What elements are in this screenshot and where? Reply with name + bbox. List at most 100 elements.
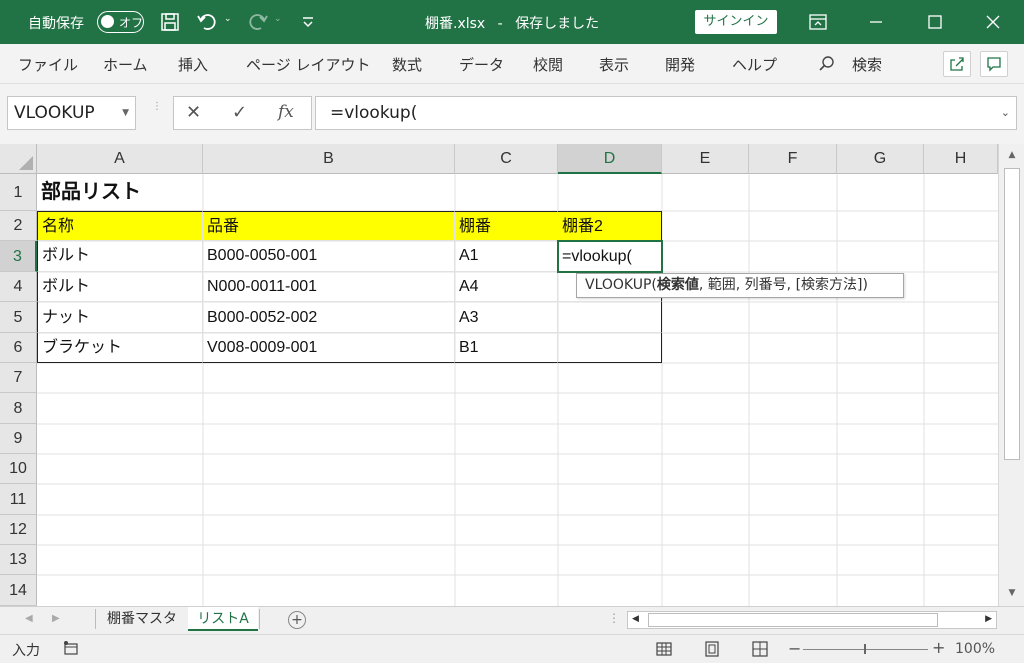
add-sheet-icon[interactable]: + bbox=[288, 611, 306, 629]
prev-sheet-icon[interactable]: ◀ bbox=[25, 613, 33, 624]
cell-d3-active[interactable]: =vlookup( bbox=[557, 240, 663, 273]
formula-input[interactable]: =vlookup( ⌄ bbox=[315, 96, 1017, 130]
cell-d2[interactable]: 棚番2 bbox=[558, 211, 662, 241]
column-header[interactable]: H bbox=[924, 144, 998, 174]
sheet-tab-active[interactable]: リストA bbox=[188, 607, 258, 631]
tab-help[interactable]: ヘルプ bbox=[732, 54, 777, 75]
tab-file[interactable]: ファイル bbox=[18, 54, 78, 75]
scroll-up-icon[interactable]: ▲ bbox=[1005, 150, 1019, 164]
share-button[interactable] bbox=[943, 51, 971, 77]
redo-dropdown-icon[interactable]: ⌄ bbox=[274, 14, 282, 24]
cell-d6[interactable] bbox=[558, 333, 662, 363]
tooltip-current-arg[interactable]: 検索値 bbox=[657, 277, 699, 293]
tab-data[interactable]: データ bbox=[459, 54, 504, 75]
search-icon[interactable] bbox=[818, 55, 836, 73]
customize-toolbar-icon[interactable] bbox=[296, 10, 320, 34]
cancel-icon[interactable]: ✕ bbox=[186, 102, 201, 123]
save-icon[interactable] bbox=[158, 10, 182, 34]
undo-icon[interactable] bbox=[195, 10, 219, 34]
enter-icon[interactable]: ✓ bbox=[232, 102, 247, 123]
redo-icon[interactable] bbox=[246, 10, 270, 34]
column-header[interactable]: B bbox=[203, 144, 455, 174]
row-header[interactable]: 9 bbox=[0, 424, 37, 454]
tab-splitter-icon[interactable]: ⋮ bbox=[608, 611, 620, 625]
tooltip-function[interactable]: VLOOKUP( bbox=[585, 277, 657, 293]
minimize-button[interactable] bbox=[856, 6, 896, 38]
cell-a6[interactable]: ブラケット bbox=[37, 333, 203, 363]
signin-button[interactable]: サインイン bbox=[695, 10, 777, 34]
row-header[interactable]: 1 bbox=[0, 174, 37, 211]
column-header[interactable]: C bbox=[455, 144, 558, 174]
function-tooltip[interactable]: VLOOKUP(検索値, 範囲, 列番号, [検索方法]) bbox=[576, 273, 904, 298]
zoom-in-icon[interactable]: + bbox=[932, 638, 945, 657]
tab-page-layout[interactable]: ページ レイアウト bbox=[246, 54, 370, 75]
tab-review[interactable]: 校閲 bbox=[533, 54, 563, 75]
zoom-out-icon[interactable]: − bbox=[788, 639, 801, 658]
macro-record-icon[interactable] bbox=[62, 640, 80, 658]
scroll-down-icon[interactable]: ▼ bbox=[1005, 588, 1019, 602]
scroll-left-icon[interactable]: ◀ bbox=[632, 614, 639, 624]
cell-a2[interactable]: 名称 bbox=[37, 211, 203, 241]
zoom-level[interactable]: 100% bbox=[955, 641, 995, 657]
row-header[interactable]: 5 bbox=[0, 302, 37, 333]
search-label[interactable]: 検索 bbox=[852, 54, 882, 75]
row-header[interactable]: 6 bbox=[0, 333, 37, 363]
name-box-dropdown-icon[interactable]: ▼ bbox=[122, 97, 129, 129]
tab-insert[interactable]: 挿入 bbox=[178, 54, 208, 75]
sheet-tab[interactable]: 棚番マスタ bbox=[97, 607, 187, 631]
splitter-handle-icon[interactable]: ⋮ bbox=[152, 102, 162, 112]
tab-home[interactable]: ホーム bbox=[103, 54, 148, 75]
zoom-slider-thumb[interactable] bbox=[864, 644, 866, 654]
row-header[interactable]: 2 bbox=[0, 211, 37, 241]
select-all-button[interactable] bbox=[0, 144, 37, 174]
row-header-active[interactable]: 3 bbox=[0, 241, 37, 272]
row-header[interactable]: 13 bbox=[0, 545, 37, 575]
tab-formulas[interactable]: 数式 bbox=[392, 54, 422, 75]
cell-b6[interactable]: V008-0009-001 bbox=[203, 333, 455, 363]
next-sheet-icon[interactable]: ▶ bbox=[52, 613, 60, 624]
cell-c3[interactable]: A1 bbox=[455, 241, 558, 272]
insert-function-icon[interactable]: fx bbox=[278, 102, 294, 122]
vertical-scroll-thumb[interactable] bbox=[1004, 168, 1020, 460]
comments-button[interactable] bbox=[980, 51, 1008, 77]
column-header[interactable]: A bbox=[37, 144, 203, 174]
vertical-scrollbar[interactable]: ▲ ▼ bbox=[998, 144, 1024, 606]
horizontal-scrollbar[interactable]: ◀ ▶ bbox=[627, 611, 997, 629]
row-header[interactable]: 11 bbox=[0, 484, 37, 515]
normal-view-icon[interactable] bbox=[655, 640, 673, 658]
cell-a1[interactable]: 部品リスト bbox=[37, 174, 203, 211]
cell-b5[interactable]: B000-0052-002 bbox=[203, 302, 455, 333]
cell-c4[interactable]: A4 bbox=[455, 272, 558, 302]
cell-b3[interactable]: B000-0050-001 bbox=[203, 241, 455, 272]
column-header-active[interactable]: D bbox=[558, 144, 662, 174]
maximize-button[interactable] bbox=[915, 6, 955, 38]
cell-d5[interactable] bbox=[558, 302, 662, 333]
column-header[interactable]: G bbox=[837, 144, 924, 174]
ribbon-display-options-button[interactable] bbox=[798, 6, 838, 38]
column-header[interactable]: F bbox=[749, 144, 837, 174]
row-header[interactable]: 8 bbox=[0, 393, 37, 424]
tab-developer[interactable]: 開発 bbox=[665, 54, 695, 75]
cell-c2[interactable]: 棚番 bbox=[455, 211, 558, 241]
cell-a4[interactable]: ボルト bbox=[37, 272, 203, 302]
page-break-view-icon[interactable] bbox=[751, 640, 769, 658]
cell-b2[interactable]: 品番 bbox=[203, 211, 455, 241]
autosave-toggle[interactable]: オフ bbox=[97, 11, 144, 33]
column-header[interactable]: E bbox=[662, 144, 749, 174]
row-header[interactable]: 7 bbox=[0, 363, 37, 393]
row-header[interactable]: 10 bbox=[0, 454, 37, 484]
scroll-right-icon[interactable]: ▶ bbox=[985, 614, 992, 624]
undo-dropdown-icon[interactable]: ⌄ bbox=[224, 14, 232, 24]
cell-a5[interactable]: ナット bbox=[37, 302, 203, 333]
cell-a3[interactable]: ボルト bbox=[37, 241, 203, 272]
tab-view[interactable]: 表示 bbox=[599, 54, 629, 75]
horizontal-scroll-thumb[interactable] bbox=[648, 613, 938, 627]
row-header[interactable]: 4 bbox=[0, 272, 37, 302]
row-header[interactable]: 14 bbox=[0, 575, 37, 606]
row-header[interactable]: 12 bbox=[0, 515, 37, 545]
expand-formula-bar-icon[interactable]: ⌄ bbox=[1001, 97, 1010, 129]
cell-c6[interactable]: B1 bbox=[455, 333, 558, 363]
cell-c5[interactable]: A3 bbox=[455, 302, 558, 333]
close-button[interactable] bbox=[973, 6, 1013, 38]
cell-b4[interactable]: N000-0011-001 bbox=[203, 272, 455, 302]
